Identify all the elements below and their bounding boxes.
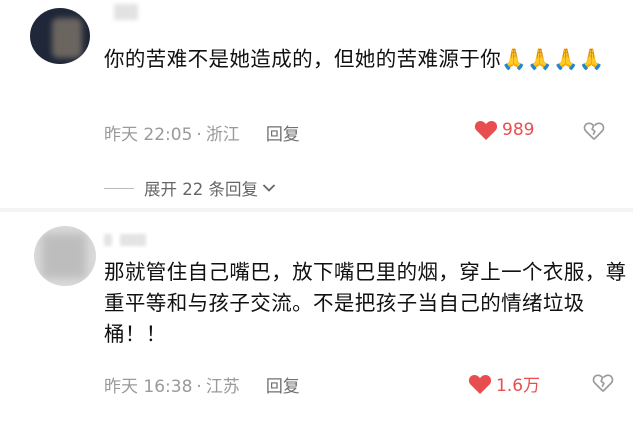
- reply-button[interactable]: 回复: [266, 125, 300, 145]
- timestamp: 昨天 22:05: [104, 125, 193, 145]
- heart-icon: [468, 374, 492, 394]
- location: 浙江: [205, 125, 240, 145]
- username-redacted[interactable]: [104, 234, 146, 248]
- like-count: 989: [502, 120, 535, 140]
- chevron-down-icon: [262, 184, 276, 192]
- broken-heart-icon[interactable]: [592, 372, 614, 394]
- avatar[interactable]: [30, 8, 90, 64]
- like-button[interactable]: 1.6万: [468, 371, 540, 396]
- comment-meta: 昨天 22:05 · 浙江 回复: [104, 125, 300, 145]
- expand-replies-label: 展开 22 条回复: [144, 180, 258, 199]
- location: 江苏: [205, 377, 240, 397]
- comment-text: 你的苦难不是她造成的，但她的苦难源于你🙏🙏🙏🙏: [104, 47, 605, 71]
- expand-replies-button[interactable]: 展开 22 条回复: [104, 176, 276, 200]
- like-button[interactable]: 989: [474, 119, 534, 141]
- like-count: 1.6万: [496, 376, 541, 396]
- avatar[interactable]: [34, 226, 96, 286]
- comment-meta: 昨天 16:38 · 江苏 回复: [104, 377, 300, 397]
- broken-heart-icon[interactable]: [583, 120, 605, 142]
- comment-1: 你的苦难不是她造成的，但她的苦难源于你🙏🙏🙏🙏 昨天 22:05 · 浙江 回复 98…: [0, 0, 633, 208]
- divider-dash: [104, 187, 134, 189]
- heart-icon: [474, 120, 498, 140]
- timestamp: 昨天 16:38: [104, 377, 193, 397]
- comment-text: 那就管住自己嘴巴，放下嘴巴里的烟，穿上一个衣服，尊重平等和与孩子交流。不是把孩子…: [104, 260, 627, 346]
- reply-button[interactable]: 回复: [266, 377, 300, 397]
- username-redacted[interactable]: [114, 4, 138, 20]
- comment-2: 那就管住自己嘴巴，放下嘴巴里的烟，穿上一个衣服，尊重平等和与孩子交流。不是把孩子…: [0, 212, 633, 422]
